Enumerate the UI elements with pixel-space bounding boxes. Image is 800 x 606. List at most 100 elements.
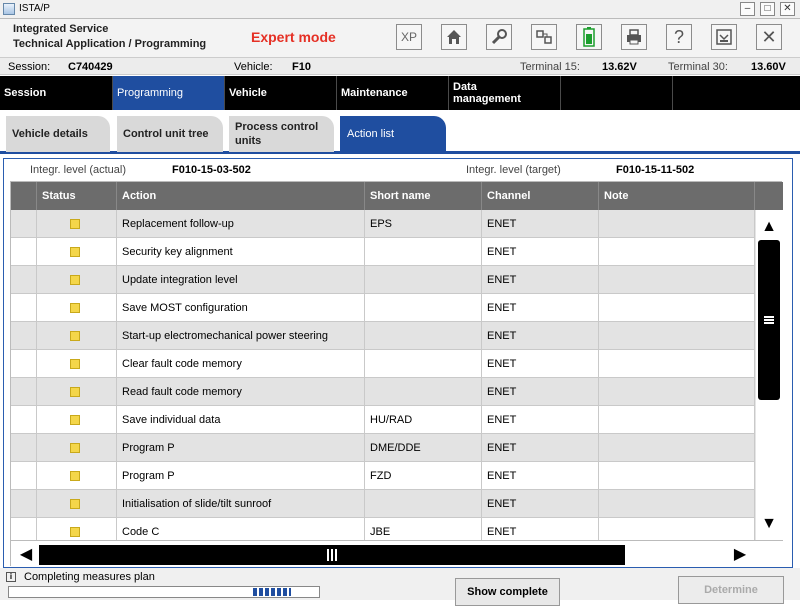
col-note[interactable]: Note <box>599 182 755 210</box>
row-selector <box>11 378 37 406</box>
xp-label: XP <box>400 30 417 44</box>
short-name-cell: HU/RAD <box>365 406 482 434</box>
battery-button[interactable] <box>576 24 602 50</box>
show-complete-button[interactable]: Show complete <box>455 578 560 606</box>
channel-cell: ENET <box>482 490 599 518</box>
home-button[interactable] <box>441 24 467 50</box>
status-cell <box>37 238 117 266</box>
subtab-action-list[interactable]: Action list <box>340 116 446 152</box>
status-cell <box>37 210 117 238</box>
short-name-cell <box>365 350 482 378</box>
xp-button[interactable]: XP <box>396 24 422 50</box>
status-indicator-icon <box>70 359 80 369</box>
progress-bar <box>8 586 320 598</box>
session-value: C740429 <box>68 61 113 73</box>
printer-icon <box>627 29 641 45</box>
table-row[interactable]: Program P DME/DDE ENET <box>11 434 755 462</box>
subtab-control-unit-tree[interactable]: Control unit tree <box>117 116 223 152</box>
note-cell <box>599 238 755 266</box>
vehicle-label: Vehicle: <box>234 61 273 73</box>
table-row[interactable]: Read fault code memory ENET <box>11 378 755 406</box>
table-row[interactable]: Update integration level ENET <box>11 266 755 294</box>
horizontal-scrollbar[interactable]: ◀ ▶ <box>11 540 783 567</box>
subtab-vehicle-details[interactable]: Vehicle details <box>6 116 110 152</box>
status-indicator-icon <box>70 499 80 509</box>
wrench-button[interactable] <box>486 24 512 50</box>
action-cell: Initialisation of slide/tilt sunroof <box>117 490 365 518</box>
info-icon: i <box>6 572 16 582</box>
table-body: Replacement follow-up EPS ENET Security key… <box>11 210 755 540</box>
channel-cell: ENET <box>482 434 599 462</box>
download-button[interactable] <box>711 24 737 50</box>
note-cell <box>599 462 755 490</box>
action-cell: Update integration level <box>117 266 365 294</box>
help-button[interactable]: ? <box>666 24 692 50</box>
col-short-name[interactable]: Short name <box>365 182 482 210</box>
main-nav: Session Programming Vehicle Maintenance … <box>0 76 800 110</box>
action-cell: Program P <box>117 462 365 490</box>
status-indicator-icon <box>70 527 80 537</box>
table-row[interactable]: Save individual data HU/RAD ENET <box>11 406 755 434</box>
channel-cell: ENET <box>482 266 599 294</box>
vertical-scrollbar[interactable]: ▲ ▼ <box>756 210 782 540</box>
row-selector <box>11 406 37 434</box>
download-icon <box>716 29 732 45</box>
scroll-up-icon[interactable]: ▲ <box>756 213 782 241</box>
help-label: ? <box>673 26 684 47</box>
scroll-down-icon[interactable]: ▼ <box>756 510 782 538</box>
status-label: Completing measures plan <box>24 571 155 583</box>
short-name-cell: EPS <box>365 210 482 238</box>
table-row[interactable]: Start-up electromechanical power steerin… <box>11 322 755 350</box>
channel-cell: ENET <box>482 238 599 266</box>
tab-vehicle[interactable]: Vehicle <box>225 76 336 110</box>
tab-programming[interactable]: Programming <box>113 76 224 110</box>
note-cell <box>599 378 755 406</box>
app-close-button[interactable]: ✕ <box>756 24 782 50</box>
table-row[interactable]: Initialisation of slide/tilt sunroof ENET <box>11 490 755 518</box>
horizontal-scroll-thumb[interactable] <box>39 545 625 565</box>
minimize-button[interactable]: ‒ <box>740 2 755 16</box>
scroll-right-icon[interactable]: ▶ <box>727 541 753 567</box>
connection-icon <box>536 30 552 44</box>
terminal30-value: 13.60V <box>751 61 786 73</box>
row-selector <box>11 518 37 540</box>
table-row[interactable]: Security key alignment ENET <box>11 238 755 266</box>
col-action[interactable]: Action <box>117 182 365 210</box>
col-channel[interactable]: Channel <box>482 182 599 210</box>
scroll-left-icon[interactable]: ◀ <box>13 541 39 567</box>
terminal15-label: Terminal 15: <box>520 61 580 73</box>
header-spacer <box>11 182 37 210</box>
status-indicator-icon <box>70 303 80 313</box>
row-selector <box>11 294 37 322</box>
channel-cell: ENET <box>482 210 599 238</box>
status-indicator-icon <box>70 247 80 257</box>
terminal15-value: 13.62V <box>602 61 637 73</box>
print-button[interactable] <box>621 24 647 50</box>
note-cell <box>599 294 755 322</box>
table-row[interactable]: Save MOST configuration ENET <box>11 294 755 322</box>
status-bar: i Completing measures plan Show complete… <box>0 568 800 606</box>
tab-maintenance[interactable]: Maintenance <box>337 76 448 110</box>
table-row[interactable]: Program P FZD ENET <box>11 462 755 490</box>
tab-session[interactable]: Session <box>0 76 112 110</box>
status-indicator-icon <box>70 275 80 285</box>
subtab-process-control-units[interactable]: Process control units <box>229 116 334 152</box>
status-cell <box>37 518 117 540</box>
maximize-button[interactable]: □ <box>760 2 775 16</box>
status-cell <box>37 490 117 518</box>
window-close-button[interactable]: ✕ <box>780 2 795 16</box>
table-row[interactable]: Code C JBE ENET <box>11 518 755 540</box>
action-cell: Save MOST configuration <box>117 294 365 322</box>
connection-button[interactable] <box>531 24 557 50</box>
note-cell <box>599 490 755 518</box>
channel-cell: ENET <box>482 378 599 406</box>
action-cell: Clear fault code memory <box>117 350 365 378</box>
note-cell <box>599 406 755 434</box>
table-row[interactable]: Clear fault code memory ENET <box>11 350 755 378</box>
close-icon: ✕ <box>761 26 777 47</box>
col-status[interactable]: Status <box>37 182 117 210</box>
status-indicator-icon <box>70 331 80 341</box>
vertical-scroll-thumb[interactable] <box>758 240 780 400</box>
tab-data-management[interactable]: Data management <box>449 76 535 110</box>
table-row[interactable]: Replacement follow-up EPS ENET <box>11 210 755 238</box>
